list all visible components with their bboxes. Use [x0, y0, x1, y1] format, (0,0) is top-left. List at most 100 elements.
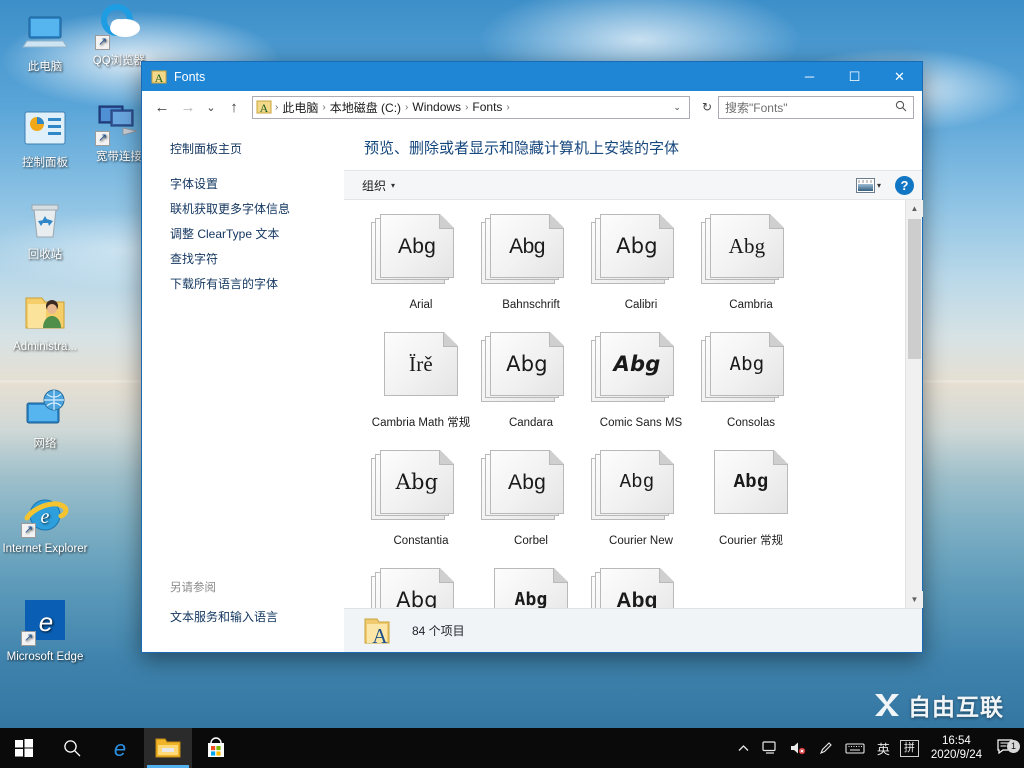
font-tile[interactable]: Abg Arial: [366, 214, 476, 313]
font-tile[interactable]: Ïrě Cambria Math 常规: [366, 332, 476, 431]
desktop-icon-label: QQ浏览器: [92, 55, 146, 67]
desktop-icon-label: Microsoft Edge: [6, 651, 84, 663]
page-fold-corner: [773, 450, 788, 465]
close-button[interactable]: ✕: [877, 62, 922, 91]
font-file-icon: Ïrě: [371, 332, 471, 410]
desktop-icon-qq-browser[interactable]: ↗ QQ浏览器: [76, 2, 162, 68]
address-bar[interactable]: A › 此电脑 › 本地磁盘 (C:) › Windows › Fonts › …: [252, 95, 690, 119]
scroll-up-button[interactable]: ▲: [906, 200, 923, 217]
scrollbar-thumb[interactable]: [908, 219, 921, 359]
font-tile[interactable]: Abg Courier 常规: [696, 450, 806, 549]
scroll-down-button[interactable]: ▼: [906, 591, 923, 608]
volume-muted-icon[interactable]: [784, 728, 812, 768]
desktop-icon-administrator[interactable]: Administra...: [2, 288, 88, 354]
font-sample-text: Abg: [508, 470, 546, 494]
command-toolbar: 组织 ▾ ▾ ?: [344, 170, 922, 200]
status-bar: A 84 个项目: [344, 608, 922, 652]
pen-icon[interactable]: [812, 728, 839, 768]
font-tile[interactable]: Abg Corbel: [476, 450, 586, 549]
font-tile[interactable]: Abg Candara: [476, 332, 586, 431]
organize-label: 组织: [362, 178, 387, 193]
sidebar-item-font-settings[interactable]: 字体设置: [170, 172, 344, 197]
sidebar-item-get-more-fonts-online[interactable]: 联机获取更多字体信息: [170, 197, 344, 222]
ime-language-icon[interactable]: 英: [871, 728, 896, 768]
breadcrumb-item-windows[interactable]: Windows: [409, 100, 464, 114]
desktop-icon-microsoft-edge[interactable]: e ↗ Microsoft Edge: [2, 598, 88, 664]
fonts-explorer-window: A Fonts ─ ☐ ✕ ← → ⌄ ↑ A › 此电脑 › 本地磁盘 (C:…: [141, 61, 923, 653]
window-title: Fonts: [174, 69, 206, 84]
back-button[interactable]: ←: [150, 95, 174, 119]
recent-locations-button[interactable]: ⌄: [202, 95, 220, 119]
sidebar-item-adjust-cleartype[interactable]: 调整 ClearType 文本: [170, 222, 344, 247]
font-page-front: Abg: [490, 214, 564, 278]
search-button[interactable]: [48, 728, 96, 768]
font-tile[interactable]: Abg Consolas: [696, 332, 806, 431]
desktop-icon-label: 回收站: [27, 249, 63, 261]
view-mode-icon[interactable]: [855, 177, 875, 193]
font-tile[interactable]: Abg Comic Sans MS: [586, 332, 696, 431]
fonts-folder-icon: A: [364, 616, 398, 648]
see-also-title: 另请参阅: [170, 582, 216, 594]
font-grid: Abg Arial Abg Bahnschrift Abg Calibri Abg Cambr…: [344, 200, 905, 608]
page-fold-corner: [659, 568, 674, 583]
font-sample-text: Abg: [395, 469, 439, 494]
ime-pinyin-icon[interactable]: 拼: [899, 739, 919, 757]
file-explorer-button[interactable]: [144, 728, 192, 768]
font-page-front: Ïrě: [384, 332, 458, 396]
svg-text:e: e: [39, 607, 53, 637]
desktop-icon-label: 宽带连接: [96, 151, 142, 163]
font-tile[interactable]: Abg Calibri: [586, 214, 696, 313]
refresh-button[interactable]: ↻: [698, 100, 716, 114]
search-box[interactable]: 搜索"Fonts": [718, 95, 914, 119]
help-button[interactable]: ?: [895, 175, 914, 195]
store-button[interactable]: [192, 728, 240, 768]
font-page-front: Abg: [710, 214, 784, 278]
desktop-icon-label: 此电脑: [27, 61, 63, 73]
control-panel-icon: [21, 104, 69, 152]
font-tile[interactable]: Abg Bahnschrift: [476, 214, 586, 313]
maximize-button[interactable]: ☐: [832, 62, 877, 91]
vertical-scrollbar[interactable]: ▲ ▼: [905, 200, 923, 608]
sidebar-item-text-services-input-languages[interactable]: 文本服务和输入语言: [170, 605, 344, 630]
breadcrumb-item-local-disk[interactable]: 本地磁盘 (C:): [327, 99, 404, 116]
taskbar: e 英 拼 16:54 2020/9/24 1: [0, 728, 1024, 768]
chevron-down-icon[interactable]: ▾: [877, 181, 881, 190]
forward-button[interactable]: →: [176, 95, 200, 119]
font-file-icon: Abg: [701, 332, 801, 410]
shortcut-arrow-icon: ↗: [21, 631, 36, 646]
address-dropdown-icon[interactable]: ⌄: [667, 102, 687, 113]
breadcrumb-item-this-pc[interactable]: 此电脑: [279, 99, 321, 116]
desktop-icon-recycle-bin[interactable]: 回收站: [2, 196, 88, 262]
show-hidden-icons-button[interactable]: [731, 728, 756, 768]
font-tile[interactable]: AbgFranklin Gothic: [586, 568, 696, 608]
sidebar-item-download-all-language-fonts[interactable]: 下载所有语言的字体: [170, 272, 344, 297]
edge-button[interactable]: e: [96, 728, 144, 768]
font-tile[interactable]: AbgFixedsys 常规: [476, 568, 586, 608]
font-tile-label: Bahnschrift: [502, 299, 560, 311]
desktop-icon-internet-explorer[interactable]: e ↗ Internet Explorer: [2, 490, 88, 556]
organize-button[interactable]: 组织 ▾: [356, 177, 401, 194]
font-tile-label: Calibri: [624, 299, 658, 311]
minimize-button[interactable]: ─: [787, 62, 832, 91]
font-tile[interactable]: Abg Constantia: [366, 450, 476, 549]
breadcrumb-item-fonts[interactable]: Fonts: [469, 100, 505, 114]
up-button[interactable]: ↑: [222, 95, 246, 119]
font-tile[interactable]: Abg Courier New: [586, 450, 696, 549]
search-icon: [64, 740, 81, 757]
font-tile[interactable]: AbgEbrima: [366, 568, 476, 608]
start-button[interactable]: [0, 728, 48, 768]
desktop-icon-network[interactable]: 网络: [2, 385, 88, 451]
sidebar-item-control-panel-home[interactable]: 控制面板主页: [170, 137, 344, 162]
clock[interactable]: 16:54 2020/9/24: [923, 734, 992, 762]
network-icon[interactable]: [756, 728, 784, 768]
font-page-front: Abg: [490, 332, 564, 396]
keyboard-icon[interactable]: [839, 728, 871, 768]
sidebar-item-find-character[interactable]: 查找字符: [170, 247, 344, 272]
action-center-button[interactable]: 1: [992, 738, 1024, 759]
font-sample-text: Abg: [506, 351, 548, 376]
desktop-icon-label: Internet Explorer: [2, 543, 88, 555]
window-titlebar[interactable]: A Fonts ─ ☐ ✕: [142, 62, 922, 91]
shortcut-arrow-icon: ↗: [95, 131, 110, 146]
font-tile[interactable]: Abg Cambria: [696, 214, 806, 313]
